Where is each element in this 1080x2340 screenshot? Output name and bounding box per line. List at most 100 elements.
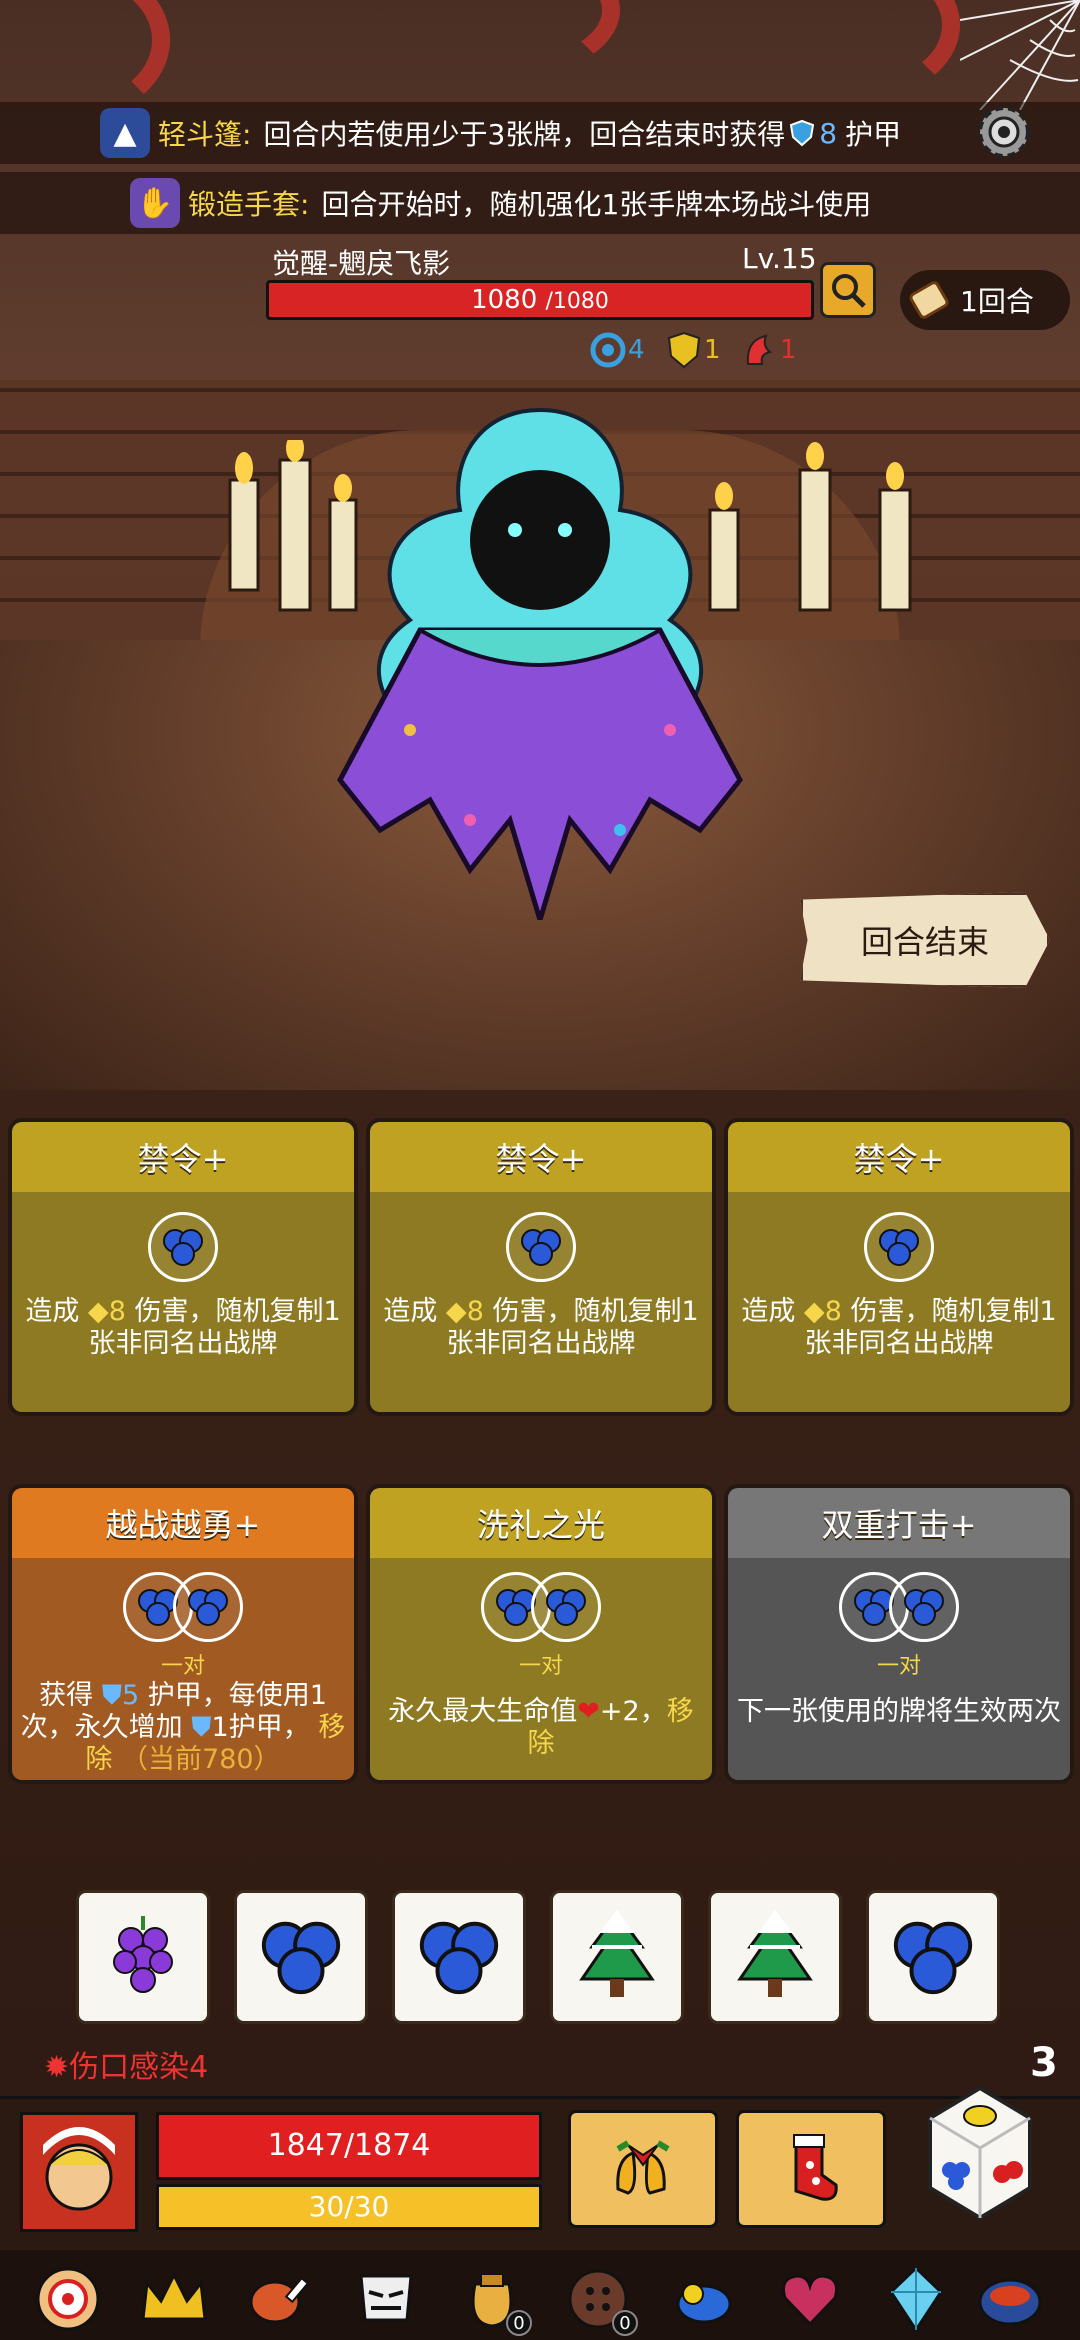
buff-name: 轻斗篷:: [158, 118, 252, 151]
tree-icon: [579, 1909, 655, 1997]
relic-stocking[interactable]: [736, 2110, 886, 2228]
shield-icon: [790, 119, 815, 147]
claw-icon: [746, 334, 773, 365]
card-desc: 获得 ⛊5 护甲，每使用1次，永久增加 ⛊1护甲， 移除 （当前780）: [20, 1680, 346, 1775]
item-crown[interactable]: [134, 2262, 214, 2336]
buff-light-cloak[interactable]: ▲ 轻斗篷: 回合内若使用少于3张牌，回合结束时获得 8 护甲: [100, 108, 901, 158]
blueberry-slot-icon: [506, 1212, 576, 1282]
enemy-stat-claw[interactable]: 1: [740, 330, 797, 370]
pot-icon: [978, 2278, 1042, 2326]
die-grape[interactable]: [76, 1890, 210, 2024]
end-turn-button[interactable]: 回合结束: [800, 892, 1050, 988]
item-mask[interactable]: [346, 2262, 426, 2336]
card-title: 禁令+: [370, 1122, 712, 1192]
blueberry-slot-icon: [148, 1212, 218, 1282]
stat-value: 1: [704, 335, 721, 365]
enemy-stat-spiral[interactable]: 4: [588, 330, 645, 370]
roll-dice-button[interactable]: [920, 2078, 1040, 2228]
player-energy-bar: 30/30: [156, 2184, 542, 2230]
magnifier-icon: [832, 274, 866, 308]
status-wound-infection[interactable]: ✹伤口感染4: [44, 2042, 208, 2086]
round-counter: 1回合: [900, 270, 1070, 330]
heart-icon: [782, 2274, 838, 2327]
crystal-icon: [889, 2265, 943, 2333]
blueberry-icon: [893, 1921, 973, 1995]
card-title: 禁令+: [728, 1122, 1070, 1192]
settings-gear-icon[interactable]: [972, 100, 1036, 164]
meat-icon: [249, 2276, 310, 2324]
blueberry-icon: [261, 1921, 341, 1995]
item-button[interactable]: 0: [558, 2262, 638, 2336]
pair-slot-icon: [839, 1572, 959, 1642]
card-desc: 下一张使用的牌将生效两次: [737, 1696, 1061, 1727]
die-blueberry[interactable]: [866, 1890, 1000, 2024]
enemy-stat-armor[interactable]: 1: [664, 330, 721, 370]
item-bag[interactable]: 0: [452, 2262, 532, 2336]
card-title: 禁令+: [12, 1122, 354, 1192]
card-double-strike[interactable]: 双重打击+ 一对 下一张使用的牌将生效两次: [724, 1484, 1074, 1784]
blueberry-icon: [419, 1921, 499, 1995]
pair-slot-icon: [123, 1572, 243, 1642]
grape-icon: [113, 1916, 173, 1993]
cost-label: 一对: [876, 1654, 921, 1679]
player-avatar[interactable]: [20, 2112, 138, 2232]
card-ban-3[interactable]: 禁令+ 造成 ◆8 伤害，随机复制1张非同名出战牌: [724, 1118, 1074, 1416]
crown-icon: [141, 2271, 207, 2321]
blueberry-slot-icon: [864, 1212, 934, 1282]
scroll-icon: [909, 281, 949, 319]
card-desc: 永久最大生命值❤+2，移除: [388, 1696, 694, 1759]
enemy-hp-current: 1080: [471, 285, 538, 315]
card-title: 洗礼之光: [370, 1488, 712, 1558]
cloak-icon: ▲: [100, 108, 150, 158]
card-desc: 造成 ◆8 伤害，随机复制1张非同名出战牌: [741, 1296, 1057, 1359]
item-target[interactable]: [28, 2262, 108, 2336]
item-pot[interactable]: [970, 2262, 1050, 2336]
card-desc: 造成 ◆8 伤害，随机复制1张非同名出战牌: [25, 1296, 341, 1359]
target-icon: [36, 2267, 100, 2331]
item-bird[interactable]: [664, 2262, 744, 2336]
glove-icon: ✋: [130, 178, 180, 228]
stocking-icon: [793, 2134, 838, 2201]
enemy-ghost-sprite[interactable]: [270, 400, 810, 920]
buff-name: 锻造手套:: [188, 188, 310, 221]
item-count-badge: 0: [506, 2310, 532, 2336]
card-braver[interactable]: 越战越勇+ 一对 获得 ⛊5 护甲，每使用1次，永久增加 ⛊1护甲， 移除 （当…: [8, 1484, 358, 1784]
die-blueberry[interactable]: [234, 1890, 368, 2024]
round-label: 1回合: [960, 285, 1034, 318]
player-hp-bar: 1847/1874: [156, 2112, 542, 2180]
card-title: 越战越勇+: [12, 1488, 354, 1558]
shield-icon: [667, 331, 701, 369]
inspect-enemy-button[interactable]: [820, 262, 876, 318]
stat-value: 4: [628, 335, 645, 365]
item-heart[interactable]: [770, 2262, 850, 2336]
cost-label: 一对: [160, 1654, 205, 1679]
bell-icon: [616, 2140, 670, 2195]
pair-slot-icon: [481, 1572, 601, 1642]
card-ban-1[interactable]: 禁令+ 造成 ◆8 伤害，随机复制1张非同名出战牌: [8, 1118, 358, 1416]
mask-icon: [359, 2274, 413, 2322]
relic-bell[interactable]: [568, 2110, 718, 2228]
enemy-hp-max: /1080: [545, 289, 609, 314]
spiral-icon: [590, 332, 626, 368]
enemy-name: 觉醒-魍戾飞影: [272, 247, 451, 280]
die-tree[interactable]: [708, 1890, 842, 2024]
enemy-level: Lv.15: [742, 242, 817, 275]
card-baptism-light[interactable]: 洗礼之光 一对 永久最大生命值❤+2，移除: [366, 1484, 716, 1784]
card-desc: 造成 ◆8 伤害，随机复制1张非同名出战牌: [383, 1296, 699, 1359]
buff-suffix: 护甲: [845, 118, 902, 151]
buff-forge-gloves[interactable]: ✋ 锻造手套: 回合开始时，随机强化1张手牌本场战斗使用: [130, 178, 871, 228]
card-ban-2[interactable]: 禁令+ 造成 ◆8 伤害，随机复制1张非同名出战牌: [366, 1118, 716, 1416]
tree-icon: [737, 1909, 813, 1997]
enemy-hp-bar: 1080 /1080: [266, 280, 814, 320]
item-crystal[interactable]: [876, 2262, 956, 2336]
buff-desc: 回合开始时，随机强化1张手牌本场战斗使用: [321, 188, 872, 221]
item-count-badge: 0: [612, 2310, 638, 2336]
die-tree[interactable]: [550, 1890, 684, 2024]
armor-value: 8: [819, 116, 838, 150]
item-meat[interactable]: [240, 2262, 320, 2336]
bird-icon: [676, 2283, 732, 2324]
cost-label: 一对: [518, 1654, 563, 1679]
buff-desc: 回合内若使用少于3张牌，回合结束时获得: [263, 118, 786, 151]
hero-portrait-icon: [23, 2115, 135, 2229]
die-blueberry[interactable]: [392, 1890, 526, 2024]
